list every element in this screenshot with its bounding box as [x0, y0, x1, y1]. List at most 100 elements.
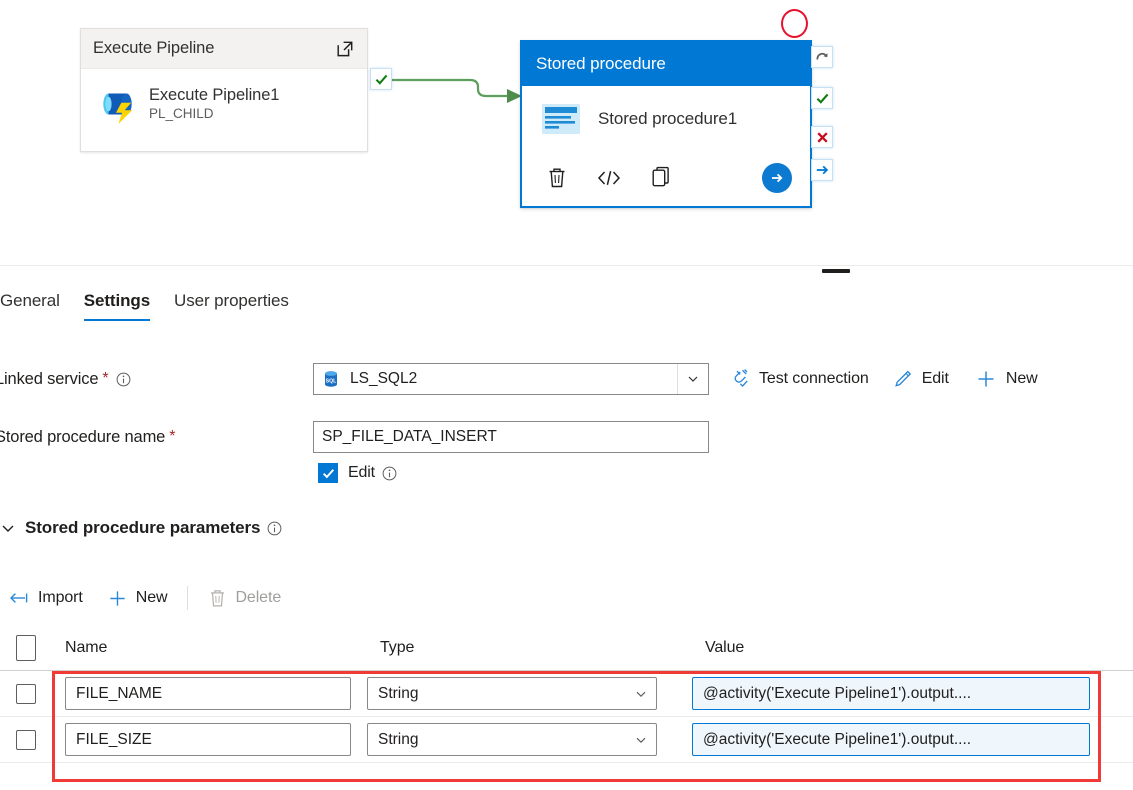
stored-procedure-name-input[interactable]: SP_FILE_DATA_INSERT — [313, 421, 709, 453]
info-icon[interactable] — [116, 372, 131, 387]
properties-tabstrip: General Settings User properties — [0, 273, 1133, 321]
row-select-cell — [0, 730, 52, 750]
tab-settings-label: Settings — [84, 291, 150, 310]
stored-procedure-edit-checkbox-row: Edit — [318, 463, 397, 483]
trash-icon — [208, 588, 227, 609]
info-icon[interactable] — [382, 466, 397, 481]
stored-procedure-icon — [540, 102, 582, 136]
new-linked-service-label: New — [1006, 370, 1038, 388]
tab-general[interactable]: General — [0, 291, 72, 321]
execute-pipeline-activity-subtitle: PL_CHILD — [149, 106, 279, 123]
stored-procedure-name-label: Stored procedure name — [0, 428, 165, 447]
parameter-type-dropdown[interactable]: String — [367, 677, 657, 710]
output-handle-success[interactable] — [811, 87, 833, 109]
output-handle-completion[interactable] — [811, 159, 833, 181]
column-header-value-label: Value — [705, 639, 744, 656]
parameter-type-dropdown[interactable]: String — [367, 723, 657, 756]
activity-card-stored-procedure[interactable]: Stored procedure Stored procedure1 — [520, 40, 812, 208]
sql-database-icon: SQL — [322, 370, 340, 388]
plug-test-icon — [728, 369, 750, 389]
new-parameter-label: New — [136, 589, 168, 607]
tab-user-properties[interactable]: User properties — [162, 291, 301, 321]
stored-procedure-edit-checkbox[interactable] — [318, 463, 338, 483]
parameter-value-cell: @activity('Execute Pipeline1').output...… — [692, 677, 1133, 710]
parameter-value-text: @activity('Execute Pipeline1').output...… — [703, 685, 971, 703]
stored-procedure-card-header: Stored procedure — [522, 42, 810, 86]
pencil-icon — [893, 369, 913, 389]
activity-card-execute-pipeline[interactable]: Execute Pipeline Execut — [80, 28, 368, 152]
plus-icon — [107, 588, 128, 609]
stored-procedure-name-required-marker: * — [169, 428, 175, 446]
output-handle-skip[interactable] — [811, 46, 833, 68]
import-parameters-label: Import — [38, 589, 83, 607]
parameter-type-cell: String — [367, 723, 692, 756]
select-all-cell — [0, 635, 52, 661]
table-header-row: Name Type Value — [0, 625, 1133, 671]
trash-icon[interactable] — [540, 161, 574, 195]
copy-icon[interactable] — [644, 161, 678, 195]
stored-procedure-card-body: Stored procedure1 — [522, 86, 810, 136]
column-header-value: Value — [692, 639, 1133, 657]
stored-procedure-parameters-section-header[interactable]: Stored procedure parameters — [0, 518, 282, 538]
svg-text:SQL: SQL — [326, 378, 337, 384]
stored-procedure-parameters-title: Stored procedure parameters — [25, 518, 260, 538]
stored-procedure-card-actions — [522, 158, 810, 198]
parameter-value-input[interactable]: @activity('Execute Pipeline1').output...… — [692, 677, 1090, 710]
select-all-checkbox[interactable] — [16, 635, 36, 661]
table-row[interactable]: FILE_SIZE String @activity('Execute Pipe… — [0, 717, 1133, 763]
new-parameter-button[interactable]: New — [95, 581, 180, 615]
execute-pipeline-card-title: Execute Pipeline — [93, 39, 335, 58]
row-checkbox[interactable] — [16, 684, 36, 704]
chevron-down-icon[interactable] — [635, 688, 647, 700]
tab-settings[interactable]: Settings — [72, 291, 162, 321]
execute-pipeline-icon — [95, 83, 141, 125]
arrow-right-circle-icon[interactable] — [762, 163, 792, 193]
execute-pipeline-activity-name: Execute Pipeline1 — [149, 85, 279, 105]
delete-parameter-button[interactable]: Delete — [196, 581, 293, 615]
stored-procedure-card-title: Stored procedure — [536, 54, 666, 74]
linked-service-dropdown[interactable]: SQL LS_SQL2 — [313, 363, 709, 395]
info-icon[interactable] — [267, 521, 282, 536]
parameter-value-text: @activity('Execute Pipeline1').output...… — [703, 731, 971, 749]
parameter-name-cell: FILE_NAME — [52, 677, 367, 710]
column-header-name-label: Name — [65, 639, 107, 656]
linked-service-label: Linked service — [0, 370, 98, 389]
parameter-type-cell: String — [367, 677, 692, 710]
parameter-name-input[interactable]: FILE_SIZE — [65, 723, 351, 756]
edit-linked-service-label: Edit — [922, 370, 949, 388]
code-brackets-icon[interactable] — [592, 161, 626, 195]
stored-procedure-parameters-table: Name Type Value FILE_NAME String — [0, 625, 1133, 763]
execute-pipeline-card-body: Execute Pipeline1 PL_CHILD — [81, 69, 367, 125]
open-in-new-icon[interactable] — [335, 39, 355, 59]
execute-pipeline-success-output-handle[interactable] — [370, 68, 392, 90]
activity-properties-pane: General Settings User properties Linked … — [0, 273, 1133, 790]
dependency-connector — [385, 60, 530, 120]
plus-icon — [975, 368, 997, 390]
output-handle-failure[interactable] — [811, 126, 833, 148]
test-connection-button[interactable]: Test connection — [728, 369, 869, 389]
import-parameters-button[interactable]: Import — [0, 581, 95, 615]
column-header-type: Type — [367, 639, 692, 657]
parameter-name-input[interactable]: FILE_NAME — [65, 677, 351, 710]
parameter-value-cell: @activity('Execute Pipeline1').output...… — [692, 723, 1133, 756]
parameter-name-cell: FILE_SIZE — [52, 723, 367, 756]
pipeline-canvas[interactable]: Execute Pipeline Execut — [0, 0, 1133, 268]
linked-service-row: Linked service * SQL LS_SQL2 — [0, 363, 1133, 395]
chevron-down-icon[interactable] — [635, 734, 647, 746]
chevron-down-icon[interactable] — [677, 364, 708, 394]
test-connection-label: Test connection — [759, 370, 869, 388]
edit-linked-service-button[interactable]: Edit — [893, 369, 949, 389]
execute-pipeline-card-header: Execute Pipeline — [81, 29, 367, 69]
table-row[interactable]: FILE_NAME String @activity('Execute Pipe… — [0, 671, 1133, 717]
column-header-name: Name — [52, 639, 367, 657]
parameters-command-bar: Import New Delete — [0, 578, 293, 618]
command-separator — [187, 586, 188, 610]
delete-parameter-label: Delete — [235, 589, 281, 607]
stored-procedure-name-value: SP_FILE_DATA_INSERT — [322, 428, 497, 446]
chevron-down-icon[interactable] — [0, 520, 16, 536]
annotation-circle — [781, 9, 808, 38]
new-linked-service-button[interactable]: New — [975, 368, 1038, 390]
row-checkbox[interactable] — [16, 730, 36, 750]
stored-procedure-activity-name: Stored procedure1 — [598, 109, 737, 129]
parameter-value-input[interactable]: @activity('Execute Pipeline1').output...… — [692, 723, 1090, 756]
